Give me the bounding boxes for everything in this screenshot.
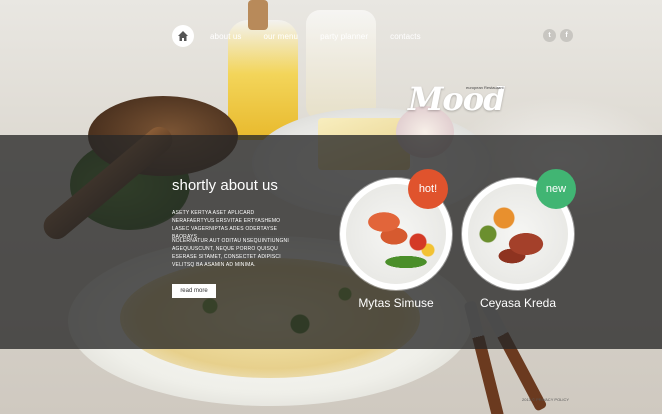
twitter-icon[interactable]: t [543, 29, 556, 42]
nav-contacts[interactable]: contacts [390, 32, 421, 41]
home-icon [178, 31, 188, 41]
nav-about-us[interactable]: about us [210, 32, 242, 41]
dish-name[interactable]: Mytas Simuse [340, 296, 452, 310]
footer: 2013 © PRIVACY POLICY [522, 397, 569, 402]
social-links: t f [543, 29, 573, 42]
logo[interactable]: european Restaurant Mood [408, 80, 505, 118]
hot-badge: hot! [408, 169, 448, 209]
nav-our-menu[interactable]: our menu [264, 32, 299, 41]
about-paragraph: NOLERNATUR AUT ODITAU NSEQUINTIUNGNI AGE… [172, 238, 289, 268]
facebook-icon[interactable]: f [560, 29, 573, 42]
logo-tagline: european Restaurant [466, 85, 504, 90]
home-button[interactable] [172, 25, 194, 47]
privacy-policy-link[interactable]: PRIVACY POLICY [536, 397, 569, 402]
about-heading: shortly about us [172, 177, 278, 194]
copyright: 2013 © [522, 397, 535, 402]
new-badge: new [536, 169, 576, 209]
nav-party-planner[interactable]: party planner [320, 32, 368, 41]
main-nav: about us our menu party planner contacts [172, 24, 443, 48]
read-more-button[interactable]: read more [172, 284, 216, 298]
dish-name[interactable]: Ceyasa Kreda [462, 296, 574, 310]
